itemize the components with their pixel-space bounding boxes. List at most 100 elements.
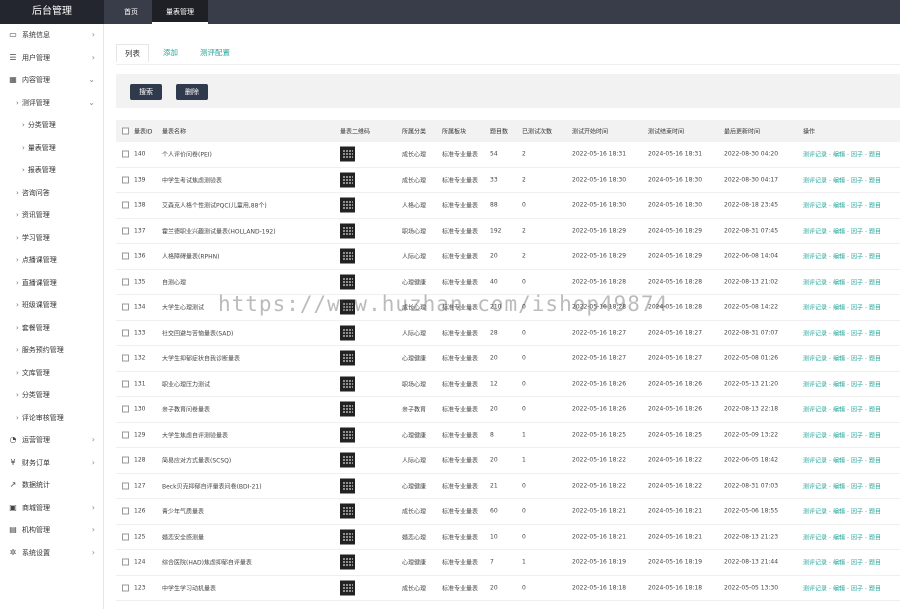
- action-link[interactable]: 题目: [869, 330, 881, 337]
- action-link[interactable]: 因子: [851, 152, 863, 159]
- action-link[interactable]: 测评记录: [803, 203, 827, 210]
- action-link[interactable]: 测评记录: [803, 432, 827, 439]
- sidebar-item[interactable]: › 分类管理: [0, 384, 103, 407]
- sidebar-item[interactable]: ▤ 机构管理 ›: [0, 519, 103, 542]
- action-link[interactable]: 编辑: [833, 458, 845, 465]
- action-link[interactable]: 编辑: [833, 356, 845, 363]
- sidebar-item[interactable]: › 直播课管理: [0, 272, 103, 295]
- sidebar-item[interactable]: ▭ 系统信息 ›: [0, 24, 103, 47]
- row-checkbox[interactable]: [122, 507, 129, 515]
- action-link[interactable]: 因子: [851, 407, 863, 414]
- sidebar-item[interactable]: ¥ 财务订单 ›: [0, 452, 103, 475]
- sidebar-item[interactable]: › 咨询问答: [0, 182, 103, 205]
- sidebar-item[interactable]: › 文库管理: [0, 362, 103, 385]
- action-link[interactable]: 因子: [851, 432, 863, 439]
- action-link[interactable]: 编辑: [833, 228, 845, 235]
- action-link[interactable]: 因子: [851, 177, 863, 184]
- sidebar-item[interactable]: › 班级课管理: [0, 294, 103, 317]
- sidebar-item[interactable]: › 点播课管理: [0, 249, 103, 272]
- action-link[interactable]: 编辑: [833, 203, 845, 210]
- action-link[interactable]: 测评记录: [803, 381, 827, 388]
- action-link[interactable]: 编辑: [833, 330, 845, 337]
- row-checkbox[interactable]: [122, 456, 129, 464]
- action-link[interactable]: 编辑: [833, 305, 845, 312]
- action-link[interactable]: 测评记录: [803, 509, 827, 516]
- action-link[interactable]: 题目: [869, 432, 881, 439]
- topnav-item[interactable]: 首页: [110, 0, 152, 24]
- action-link[interactable]: 测评记录: [803, 254, 827, 261]
- row-checkbox[interactable]: [122, 584, 129, 592]
- action-link[interactable]: 测评记录: [803, 330, 827, 337]
- sidebar-item[interactable]: › 资讯管理: [0, 204, 103, 227]
- action-link[interactable]: 因子: [851, 483, 863, 490]
- search-button[interactable]: 搜索: [130, 84, 162, 100]
- action-link[interactable]: 编辑: [833, 534, 845, 541]
- action-link[interactable]: 测评记录: [803, 458, 827, 465]
- action-link[interactable]: 题目: [869, 356, 881, 363]
- delete-button[interactable]: 删除: [176, 84, 208, 100]
- action-link[interactable]: 题目: [869, 152, 881, 159]
- row-checkbox[interactable]: [122, 431, 129, 439]
- action-link[interactable]: 编辑: [833, 483, 845, 490]
- sidebar-item[interactable]: ◔ 运营管理 ›: [0, 429, 103, 452]
- action-link[interactable]: 测评记录: [803, 585, 827, 592]
- row-checkbox[interactable]: [122, 354, 129, 362]
- sidebar-item[interactable]: › 测评管理 ⌄: [0, 92, 103, 115]
- action-link[interactable]: 因子: [851, 458, 863, 465]
- topnav-item[interactable]: 量表管理: [152, 0, 208, 24]
- action-link[interactable]: 题目: [869, 305, 881, 312]
- sidebar-item[interactable]: ☰ 用户管理 ›: [0, 47, 103, 70]
- action-link[interactable]: 编辑: [833, 432, 845, 439]
- action-link[interactable]: 题目: [869, 458, 881, 465]
- action-link[interactable]: 题目: [869, 560, 881, 567]
- action-link[interactable]: 因子: [851, 279, 863, 286]
- action-link[interactable]: 编辑: [833, 509, 845, 516]
- sidebar-item[interactable]: › 报表管理: [0, 159, 103, 182]
- action-link[interactable]: 题目: [869, 509, 881, 516]
- row-checkbox[interactable]: [122, 227, 129, 235]
- action-link[interactable]: 因子: [851, 560, 863, 567]
- action-link[interactable]: 编辑: [833, 279, 845, 286]
- action-link[interactable]: 编辑: [833, 407, 845, 414]
- tab-item[interactable]: 测评配置: [192, 44, 238, 62]
- sidebar-item[interactable]: › 量表管理: [0, 137, 103, 160]
- action-link[interactable]: 测评记录: [803, 407, 827, 414]
- row-checkbox[interactable]: [122, 176, 129, 184]
- action-link[interactable]: 测评记录: [803, 483, 827, 490]
- action-link[interactable]: 题目: [869, 203, 881, 210]
- action-link[interactable]: 测评记录: [803, 279, 827, 286]
- action-link[interactable]: 编辑: [833, 381, 845, 388]
- action-link[interactable]: 题目: [869, 279, 881, 286]
- action-link[interactable]: 测评记录: [803, 228, 827, 235]
- action-link[interactable]: 编辑: [833, 585, 845, 592]
- action-link[interactable]: 题目: [869, 381, 881, 388]
- action-link[interactable]: 题目: [869, 228, 881, 235]
- action-link[interactable]: 题目: [869, 407, 881, 414]
- row-checkbox[interactable]: [122, 329, 129, 337]
- row-checkbox[interactable]: [122, 150, 129, 158]
- action-link[interactable]: 编辑: [833, 152, 845, 159]
- action-link[interactable]: 测评记录: [803, 534, 827, 541]
- action-link[interactable]: 题目: [869, 483, 881, 490]
- sidebar-item[interactable]: › 评论审核管理: [0, 407, 103, 430]
- action-link[interactable]: 测评记录: [803, 152, 827, 159]
- action-link[interactable]: 编辑: [833, 560, 845, 567]
- action-link[interactable]: 测评记录: [803, 305, 827, 312]
- row-checkbox[interactable]: [122, 303, 129, 311]
- action-link[interactable]: 题目: [869, 534, 881, 541]
- action-link[interactable]: 因子: [851, 381, 863, 388]
- action-link[interactable]: 因子: [851, 509, 863, 516]
- action-link[interactable]: 因子: [851, 330, 863, 337]
- select-all-checkbox[interactable]: [122, 127, 129, 135]
- row-checkbox[interactable]: [122, 405, 129, 413]
- row-checkbox[interactable]: [122, 482, 129, 490]
- action-link[interactable]: 因子: [851, 356, 863, 363]
- row-checkbox[interactable]: [122, 278, 129, 286]
- sidebar-item[interactable]: › 服务预约管理: [0, 339, 103, 362]
- sidebar-item[interactable]: ▣ 商城管理 ›: [0, 497, 103, 520]
- sidebar-item[interactable]: › 套餐管理: [0, 317, 103, 340]
- sidebar-item[interactable]: › 学习管理: [0, 227, 103, 250]
- sidebar-item[interactable]: ↗ 数据统计: [0, 474, 103, 497]
- action-link[interactable]: 因子: [851, 305, 863, 312]
- action-link[interactable]: 编辑: [833, 254, 845, 261]
